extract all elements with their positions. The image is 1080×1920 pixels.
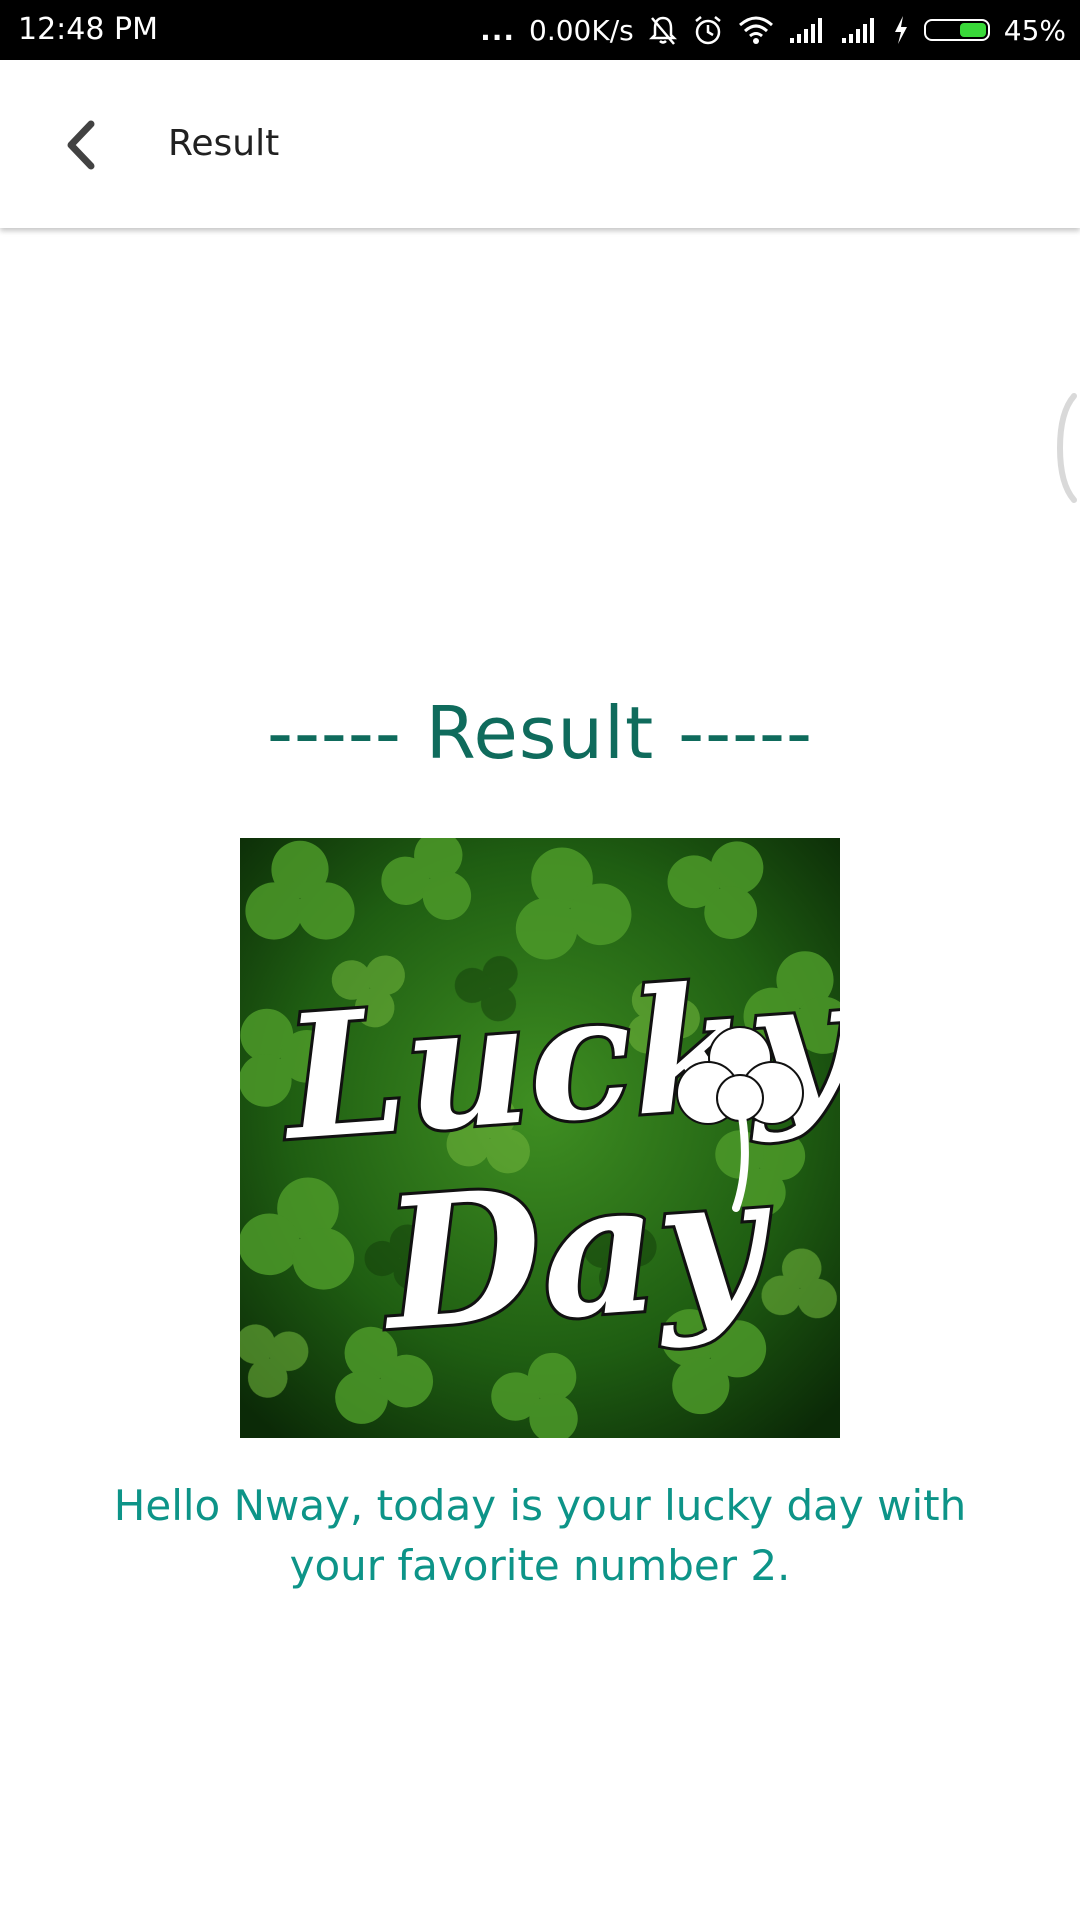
page-title: Result (168, 123, 280, 164)
side-drawer-handle[interactable] (1050, 392, 1080, 504)
battery-icon (923, 19, 990, 41)
more-notifications-icon: ... (480, 13, 516, 47)
status-time: 12:48 PM (18, 12, 158, 47)
wifi-icon (738, 16, 773, 44)
network-speed: 0.00K/s (529, 13, 634, 47)
signal-icon (841, 18, 874, 43)
back-button[interactable] (46, 110, 116, 180)
mute-bell-icon (648, 16, 677, 45)
alarm-icon (694, 16, 721, 45)
lucky-day-lettering: Lucky Day (272, 936, 840, 1374)
lucky-message: Hello Nway, today is your lucky day with… (113, 1481, 967, 1590)
battery-percent: 45% (1003, 13, 1066, 47)
status-icons: ... 0.00K/s 45% (480, 10, 1066, 50)
status-bar: 12:48 PM ... 0.00K/s 45% (0, 0, 1080, 60)
day-word: Day (373, 1133, 779, 1371)
result-heading: ----- Result ----- (266, 691, 814, 775)
lucky-day-image: Lucky Day (240, 838, 840, 1438)
app-bar: Result (0, 60, 1080, 228)
signal-icon (789, 18, 822, 43)
battery-level (959, 23, 986, 37)
chevron-left-icon (67, 120, 95, 170)
charging-icon (894, 16, 907, 44)
